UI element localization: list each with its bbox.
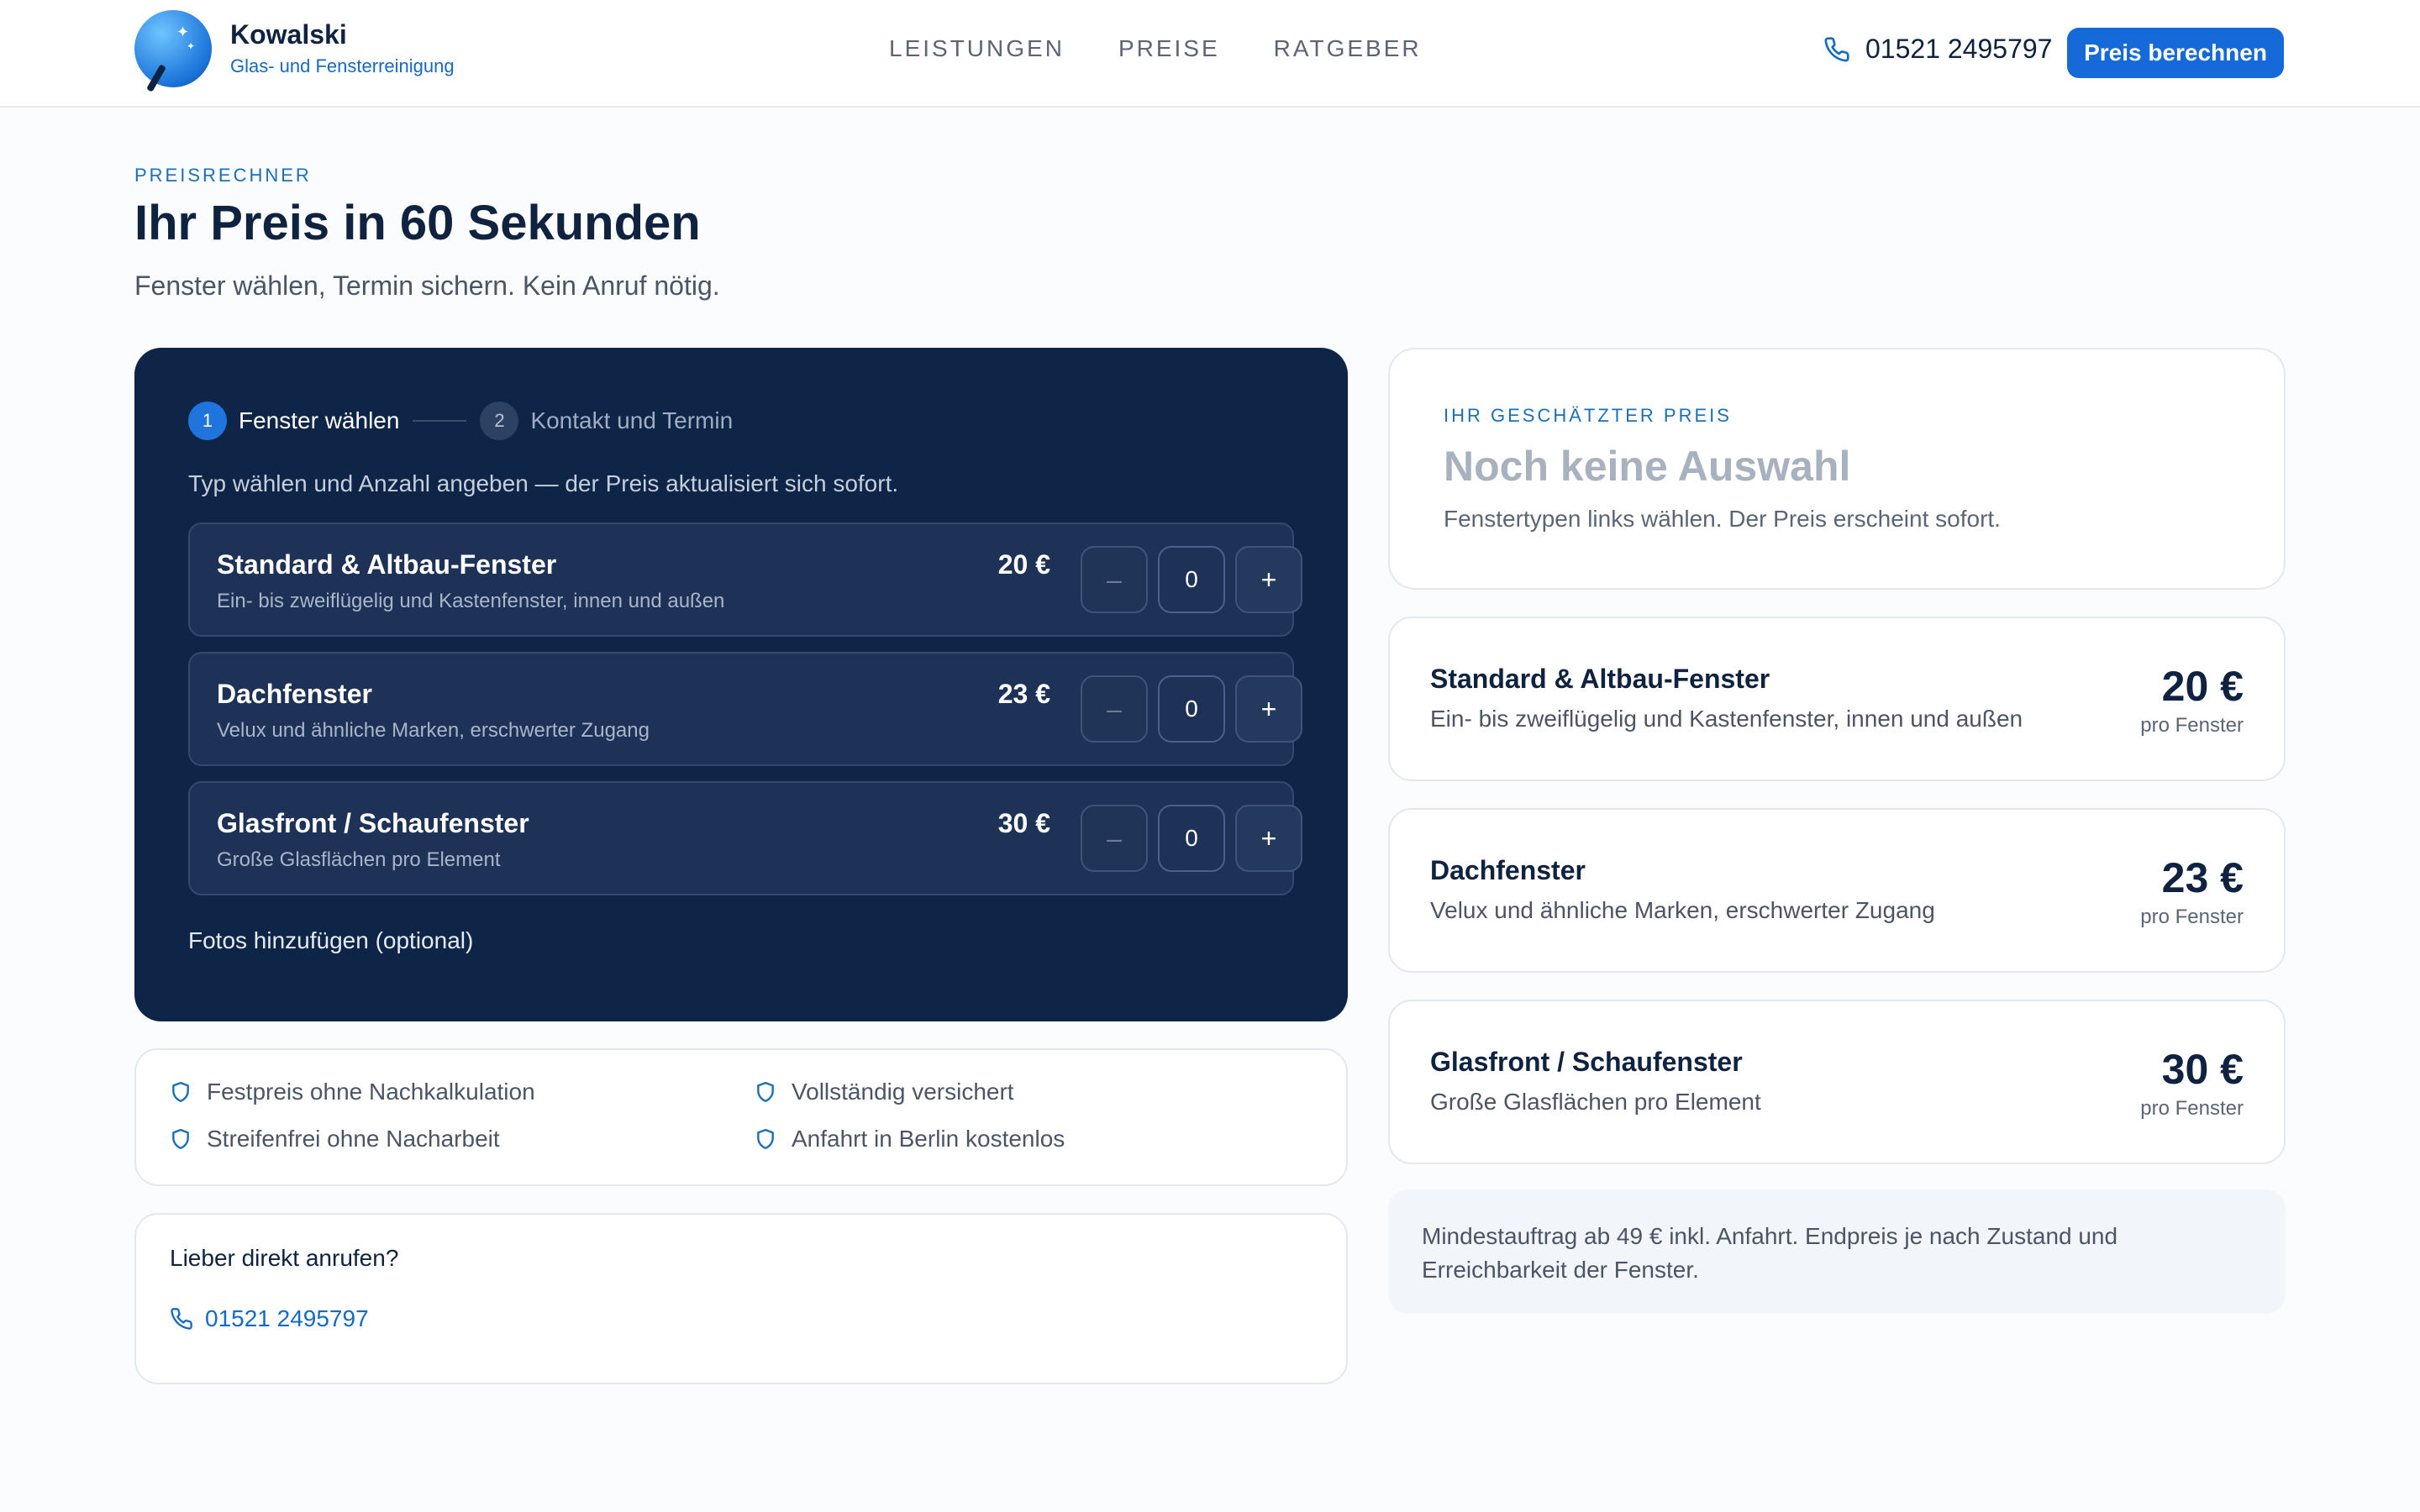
price-card-unit: pro Fenster xyxy=(2140,714,2244,737)
decrement-button[interactable]: – xyxy=(1081,805,1148,872)
brand-subtitle: Glas- und Fensterreinigung xyxy=(230,55,455,76)
calculate-price-button[interactable]: Preis berechnen xyxy=(2067,28,2284,78)
window-type-row: Dachfenster Velux und ähnliche Marken, e… xyxy=(188,652,1302,766)
price-card-price: 30 € xyxy=(2161,1046,2244,1093)
header-phone-number: 01521 2495797 xyxy=(1865,34,2053,64)
page-subtitle: Fenster wählen, Termin sichern. Kein Anr… xyxy=(134,270,720,301)
increment-button[interactable]: + xyxy=(1235,546,1302,613)
price-card-unit: pro Fenster xyxy=(2140,1097,2244,1120)
nav-item-preise[interactable]: PREISE xyxy=(1118,35,1220,62)
shield-icon xyxy=(172,1081,189,1103)
header-phone-link[interactable]: 01521 2495797 xyxy=(1823,34,2052,65)
note-text: Mindestauftrag ab 49 € inkl. Anfahrt. En… xyxy=(1422,1223,2118,1283)
minimum-order-note: Mindestauftrag ab 49 € inkl. Anfahrt. En… xyxy=(1388,1189,2286,1314)
price-card-desc: Ein- bis zweiflügelig und Kastenfenster,… xyxy=(1430,706,2023,732)
main-nav: LEISTUNGEN PREISE RATGEBER xyxy=(889,35,1476,62)
add-photos-link[interactable]: Fotos hinzufügen (optional) xyxy=(188,927,473,954)
shield-icon xyxy=(757,1081,774,1103)
benefit-item: Vollständig versichert xyxy=(755,1079,1014,1105)
price-card-price: 23 € xyxy=(2161,854,2244,901)
call-title: Lieber direkt anrufen? xyxy=(170,1245,399,1271)
call-card: Lieber direkt anrufen? 01521 2495797 xyxy=(134,1213,1348,1384)
phone-icon xyxy=(1824,36,1849,62)
window-type-title: Glasfront / Schaufenster xyxy=(217,808,529,838)
page-title: Ihr Preis in 60 Sekunden xyxy=(134,196,701,250)
step-2-indicator: 2 xyxy=(480,402,519,440)
nav-item-leistungen[interactable]: LEISTUNGEN xyxy=(889,35,1065,62)
brand[interactable]: ✦ ✦ Kowalski Glas- und Fensterreinigung xyxy=(134,10,455,92)
price-calculator: 1 Fenster wählen 2 Kontakt und Termin Ty… xyxy=(134,348,1348,1021)
phone-icon xyxy=(171,1308,192,1330)
benefits-card: Festpreis ohne Nachkalkulation Vollständ… xyxy=(134,1048,1348,1186)
price-card: Standard & Altbau-Fenster Ein- bis zweif… xyxy=(1388,617,2286,781)
price-estimate-card: IHR GESCHÄTZTER PREIS Noch keine Auswahl… xyxy=(1388,348,2286,590)
increment-button[interactable]: + xyxy=(1235,805,1302,872)
window-type-row: Glasfront / Schaufenster Große Glasfläch… xyxy=(188,781,1302,895)
price-card-unit: pro Fenster xyxy=(2140,906,2244,928)
quantity-field[interactable]: 0 xyxy=(1158,805,1225,872)
benefit-item: Festpreis ohne Nachkalkulation xyxy=(170,1079,535,1105)
stepper: 1 Fenster wählen 2 Kontakt und Termin xyxy=(188,402,733,440)
quantity-field[interactable]: 0 xyxy=(1158,546,1225,613)
call-phone-number: 01521 2495797 xyxy=(205,1305,369,1331)
price-card: Glasfront / Schaufenster Große Glasfläch… xyxy=(1388,1000,2286,1164)
window-type-desc: Ein- bis zweiflügelig und Kastenfenster,… xyxy=(217,590,725,612)
page: ✦ ✦ Kowalski Glas- und Fensterreinigung … xyxy=(0,0,2420,1512)
brand-name: Kowalski xyxy=(230,19,347,50)
price-card-title: Standard & Altbau-Fenster xyxy=(1430,664,1770,694)
price-card-price: 20 € xyxy=(2161,663,2244,710)
calculator-hint: Typ wählen und Anzahl angeben — der Prei… xyxy=(188,470,899,496)
price-card-desc: Velux und ähnliche Marken, erschwerter Z… xyxy=(1430,897,1935,923)
price-card: Dachfenster Velux und ähnliche Marken, e… xyxy=(1388,808,2286,973)
call-phone-link[interactable]: 01521 2495797 xyxy=(170,1305,369,1332)
price-card-title: Dachfenster xyxy=(1430,855,1586,885)
window-type-title: Dachfenster xyxy=(217,679,372,709)
step-1-label[interactable]: Fenster wählen xyxy=(239,407,399,434)
window-type-desc: Velux und ähnliche Marken, erschwerter Z… xyxy=(217,719,650,742)
window-type-price: 23 € xyxy=(997,679,1050,709)
benefit-item: Streifenfrei ohne Nacharbeit xyxy=(170,1126,500,1152)
estimate-title: Noch keine Auswahl xyxy=(1444,443,1851,490)
benefit-item: Anfahrt in Berlin kostenlos xyxy=(755,1126,1065,1152)
window-type-price: 30 € xyxy=(997,808,1050,838)
step-divider xyxy=(413,420,467,422)
estimate-hint: Fenstertypen links wählen. Der Preis ers… xyxy=(1444,506,2001,532)
estimate-eyebrow: IHR GESCHÄTZTER PREIS xyxy=(1444,405,1732,426)
decrement-button[interactable]: – xyxy=(1081,675,1148,743)
window-type-row: Standard & Altbau-Fenster Ein- bis zweif… xyxy=(188,522,1302,637)
price-card-desc: Große Glasflächen pro Element xyxy=(1430,1089,1761,1115)
shield-icon xyxy=(172,1128,189,1150)
logo-icon: ✦ ✦ xyxy=(134,10,212,92)
window-type-desc: Große Glasflächen pro Element xyxy=(217,848,501,871)
increment-button[interactable]: + xyxy=(1235,675,1302,743)
section-eyebrow: PREISRECHNER xyxy=(134,165,312,186)
quantity-field[interactable]: 0 xyxy=(1158,675,1225,743)
step-1-indicator: 1 xyxy=(188,402,227,440)
nav-item-ratgeber[interactable]: RATGEBER xyxy=(1274,35,1422,62)
decrement-button[interactable]: – xyxy=(1081,546,1148,613)
price-card-title: Glasfront / Schaufenster xyxy=(1430,1047,1743,1077)
window-type-title: Standard & Altbau-Fenster xyxy=(217,549,557,580)
shield-icon xyxy=(757,1128,774,1150)
window-type-price: 20 € xyxy=(997,549,1050,580)
site-header: ✦ ✦ Kowalski Glas- und Fensterreinigung … xyxy=(0,0,2420,108)
step-2-label[interactable]: Kontakt und Termin xyxy=(530,407,733,434)
